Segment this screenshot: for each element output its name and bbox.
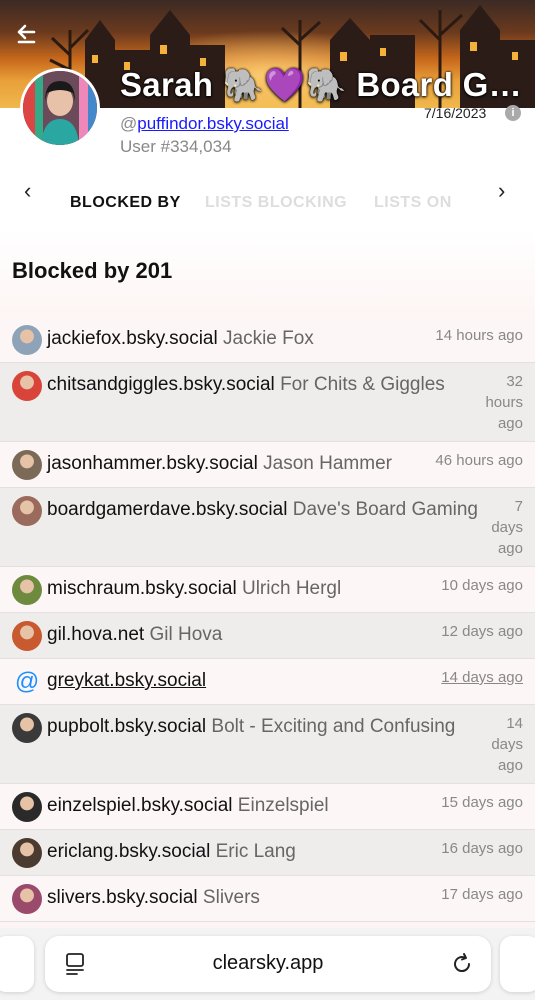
list-item[interactable]: boardgamerdave.bsky.social Dave's Board … xyxy=(0,488,535,567)
list-item-timestamp: 10 days ago xyxy=(441,577,523,594)
profile-avatar xyxy=(20,68,100,148)
list-item-timestamp: 17 days ago xyxy=(441,886,523,903)
list-item[interactable]: jasonhammer.bsky.social Jason Hammer 46 h… xyxy=(0,442,535,488)
list-item-timestamp: 12 days ago xyxy=(441,623,523,640)
list-item-timestamp: 16 days ago xyxy=(441,840,523,857)
list-item-timestamp: 15 days ago xyxy=(441,794,523,811)
list-item-handle[interactable]: greykat.bsky.social xyxy=(47,670,206,691)
info-icon[interactable]: i xyxy=(505,105,521,121)
tab-bar: ‹ BLOCKED BY LISTS BLOCKING LISTS ON › xyxy=(0,178,535,228)
list-item-handle[interactable]: ericlang.bsky.social xyxy=(47,841,210,862)
list-item-display-name: Slivers xyxy=(202,887,260,908)
handle-prefix: @ xyxy=(120,114,138,133)
list-item-text: gil.hova.net Gil Hova xyxy=(12,620,422,650)
list-item-handle[interactable]: jasonhammer.bsky.social xyxy=(47,453,258,474)
list-item-timestamp: 14 hours ago xyxy=(435,327,523,344)
previous-tab-card[interactable] xyxy=(0,936,34,992)
list-item[interactable]: pupbolt.bsky.social Bolt - Exciting and … xyxy=(0,705,535,784)
user-number: User #334,034 xyxy=(120,137,232,156)
list-item-text: jackiefox.bsky.social Jackie Fox xyxy=(12,324,422,354)
list-item-timestamp: 14 days ago xyxy=(491,715,523,774)
list-item-handle[interactable]: jackiefox.bsky.social xyxy=(47,328,218,349)
list-item-display-name: Bolt - Exciting and Confusing xyxy=(211,716,456,737)
list-item[interactable]: gil.hova.net Gil Hova 12 days ago xyxy=(0,613,535,659)
list-item[interactable]: einzelspiel.bsky.social Einzelspiel 15 da… xyxy=(0,784,535,830)
list-item-handle[interactable]: gil.hova.net xyxy=(47,624,144,645)
profile-display-name: Sarah 🐘💜🐘 Board Ga… xyxy=(120,66,530,103)
section-title: Blocked by 201 xyxy=(12,258,173,283)
list-item-display-name: Jason Hammer xyxy=(263,453,392,474)
list-item-handle[interactable]: chitsandgiggles.bsky.social xyxy=(47,374,275,395)
tab-blocked-by[interactable]: BLOCKED BY xyxy=(70,194,181,212)
browser-bottom-bar: clearsky.app xyxy=(0,928,535,1000)
blocked-by-list: jackiefox.bsky.social Jackie Fox 14 hours… xyxy=(0,317,535,922)
list-item-text: slivers.bsky.social Slivers xyxy=(12,883,422,913)
list-item-text: mischraum.bsky.social Ulrich Hergl xyxy=(12,574,422,604)
url-text: clearsky.app xyxy=(212,952,324,974)
list-item-timestamp: 7 days ago xyxy=(491,498,523,557)
next-tab-card[interactable] xyxy=(500,936,535,992)
list-item-text: jasonhammer.bsky.social Jason Hammer xyxy=(12,449,422,479)
list-item-display-name: Dave's Board Gaming xyxy=(292,499,479,520)
list-item-display-name: Gil Hova xyxy=(149,624,223,645)
list-item-text: einzelspiel.bsky.social Einzelspiel xyxy=(12,791,422,821)
address-bar[interactable]: clearsky.app xyxy=(45,936,491,992)
list-item-handle[interactable]: pupbolt.bsky.social xyxy=(47,716,206,737)
reload-icon[interactable] xyxy=(450,952,474,976)
list-item[interactable]: mischraum.bsky.social Ulrich Hergl 10 day… xyxy=(0,567,535,613)
tab-next-arrow-icon[interactable]: › xyxy=(498,178,505,204)
list-item-timestamp[interactable]: 14 days ago xyxy=(441,667,523,688)
list-item-text: boardgamerdave.bsky.social Dave's Board … xyxy=(12,495,492,525)
list-item-handle[interactable]: mischraum.bsky.social xyxy=(47,578,237,599)
list-item-display-name: Ulrich Hergl xyxy=(241,578,342,599)
profile-handle-link[interactable]: puffindor.bsky.social xyxy=(137,114,289,133)
list-item-text: chitsandgiggles.bsky.social For Chits & … xyxy=(12,370,492,400)
list-item-display-name: Eric Lang xyxy=(215,841,296,862)
list-item-handle[interactable]: einzelspiel.bsky.social xyxy=(47,795,233,816)
list-item-timestamp: 32 hours ago xyxy=(485,373,523,432)
list-item[interactable]: slivers.bsky.social Slivers 17 days ago xyxy=(0,876,535,922)
list-item-text: greykat.bsky.social xyxy=(12,666,422,696)
tab-prev-arrow-icon[interactable]: ‹ xyxy=(24,178,31,204)
list-item[interactable]: ericlang.bsky.social Eric Lang 16 days ag… xyxy=(0,830,535,876)
list-item[interactable]: chitsandgiggles.bsky.social For Chits & … xyxy=(0,363,535,442)
list-item-text: pupbolt.bsky.social Bolt - Exciting and … xyxy=(12,712,492,742)
list-item-display-name: Jackie Fox xyxy=(223,328,314,349)
list-item-display-name: For Chits & Giggles xyxy=(280,374,445,395)
list-item-text: ericlang.bsky.social Eric Lang xyxy=(12,837,422,867)
back-arrow-icon xyxy=(17,24,36,44)
list-item-handle[interactable]: slivers.bsky.social xyxy=(47,887,198,908)
list-item-handle[interactable]: boardgamerdave.bsky.social xyxy=(47,499,287,520)
profile-handle: @puffindor.bsky.social xyxy=(120,114,289,134)
back-button[interactable] xyxy=(14,20,40,46)
tab-lists-on[interactable]: LISTS ON xyxy=(374,194,452,212)
join-date: 7/16/2023 xyxy=(424,105,487,121)
list-item-timestamp: 46 hours ago xyxy=(435,452,523,469)
list-item[interactable]: @ greykat.bsky.social 14 days ago xyxy=(0,659,535,705)
tab-lists-blocking[interactable]: LISTS BLOCKING xyxy=(205,194,347,212)
list-item[interactable]: jackiefox.bsky.social Jackie Fox 14 hours… xyxy=(0,317,535,363)
list-item-display-name: Einzelspiel xyxy=(237,795,329,816)
